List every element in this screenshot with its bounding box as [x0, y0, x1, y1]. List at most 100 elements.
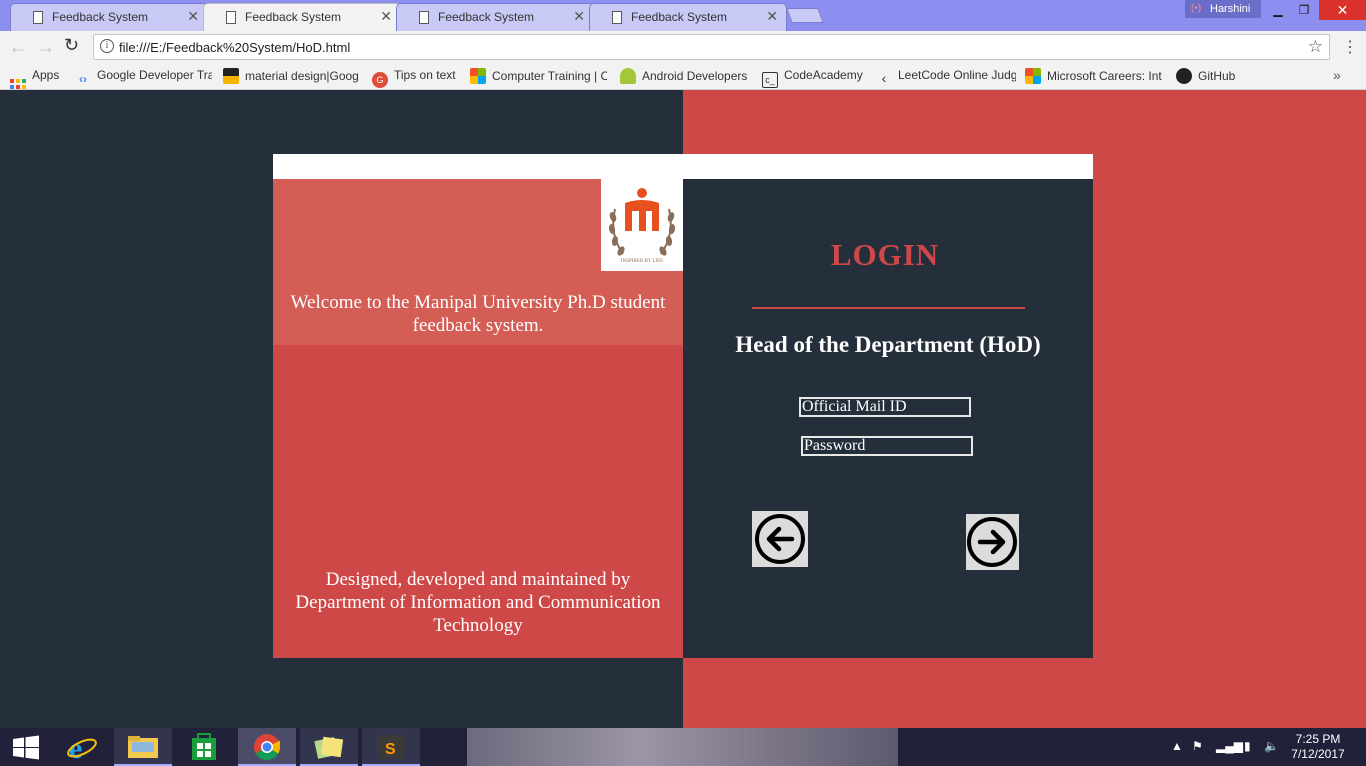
- desktop-wallpaper-peek: [467, 728, 898, 766]
- battery-icon[interactable]: ▮: [1244, 739, 1251, 753]
- taskbar-sticky-notes[interactable]: [300, 728, 358, 766]
- bookmark-github[interactable]: GitHub: [1176, 68, 1246, 84]
- browser-toolbar: ← → ↻ i file:///E:/Feedback%20System/HoD…: [0, 31, 1366, 63]
- login-submit-button[interactable]: [966, 514, 1019, 570]
- bookmark-material-design[interactable]: material design|Goog: [223, 68, 361, 84]
- close-tab-icon[interactable]: ✕: [187, 8, 199, 25]
- more-bookmarks-icon[interactable]: »: [1333, 67, 1341, 83]
- show-hidden-icons-icon[interactable]: ▲: [1171, 739, 1183, 753]
- bookmarks-bar: Apps ‹› Google Developer Tra material des…: [0, 63, 1366, 95]
- tab-title: Feedback System: [438, 10, 535, 24]
- windows-logo-icon: [13, 735, 39, 760]
- arrow-right-icon: [967, 517, 1017, 567]
- profile-name: Harshini: [1210, 3, 1251, 15]
- bookmark-computer-training[interactable]: Computer Training | C: [470, 68, 607, 84]
- material-design-icon: [223, 68, 239, 84]
- start-button[interactable]: [0, 728, 52, 766]
- bookmark-label: Apps: [32, 68, 60, 82]
- taskbar-store[interactable]: [175, 728, 233, 766]
- browser-tab-1[interactable]: Feedback System ✕: [10, 3, 208, 31]
- back-icon[interactable]: ←: [9, 37, 27, 58]
- new-tab-button[interactable]: [786, 8, 824, 23]
- page-icon: [419, 11, 429, 24]
- close-window-button[interactable]: ✕: [1319, 0, 1366, 20]
- store-icon: [192, 733, 216, 760]
- leetcode-icon: ‹: [881, 70, 887, 86]
- bookmark-label: Microsoft Careers: Int: [1047, 69, 1162, 83]
- page-icon: [612, 11, 622, 24]
- welcome-message: Welcome to the Manipal University Ph.D s…: [290, 292, 666, 336]
- reload-icon[interactable]: ↻: [64, 35, 79, 56]
- manipal-logo-icon: [608, 188, 676, 256]
- taskbar-sublime-text[interactable]: S: [362, 728, 420, 766]
- info-panel: INSPIRED BY LIFE Welcome to the Manipal …: [273, 179, 683, 658]
- welcome-box: INSPIRED BY LIFE Welcome to the Manipal …: [273, 179, 683, 345]
- url-text[interactable]: file:///E:/Feedback%20System/HoD.html: [119, 40, 350, 55]
- bookmark-microsoft-careers[interactable]: Microsoft Careers: Int: [1025, 68, 1165, 84]
- close-tab-icon[interactable]: ✕: [380, 8, 392, 25]
- bookmark-label: Google Developer Tra: [97, 68, 212, 82]
- profile-button[interactable]: (•) Harshini: [1185, 0, 1261, 18]
- browser-tab-2[interactable]: Feedback System ✕: [203, 3, 401, 31]
- windows-taskbar: e S ▲ ⚑ ▂▄▆ ▮ 🔈 7:25 PM 7/12/2017: [0, 728, 1366, 766]
- bookmark-label: Computer Training | C: [492, 69, 607, 83]
- svg-text:S: S: [385, 741, 396, 758]
- tab-title: Feedback System: [245, 10, 342, 24]
- forward-icon[interactable]: →: [37, 37, 55, 58]
- github-icon: [1176, 68, 1192, 84]
- internet-explorer-icon: e: [67, 732, 97, 765]
- clock-time: 7:25 PM: [1295, 732, 1341, 746]
- bookmark-google-developer[interactable]: ‹› Google Developer Tra: [75, 68, 212, 87]
- university-logo: INSPIRED BY LIFE: [601, 179, 683, 271]
- sticky-notes-icon: [314, 736, 344, 759]
- browser-tab-3[interactable]: Feedback System ✕: [396, 3, 594, 31]
- bookmark-label: GitHub: [1198, 69, 1236, 83]
- bookmark-android-developers[interactable]: Android Developers: [620, 68, 755, 84]
- bookmark-tips-on-text[interactable]: G Tips on text: [372, 68, 462, 88]
- bookmark-label: CodeAcademy: [784, 68, 863, 82]
- bookmark-codeacademy[interactable]: c_ CodeAcademy: [762, 68, 870, 88]
- microsoft-icon: [1025, 68, 1041, 84]
- heading-divider: [752, 307, 1025, 309]
- bookmark-leetcode[interactable]: ‹ LeetCode Online Judg: [876, 68, 1016, 86]
- password-field[interactable]: [801, 436, 973, 456]
- signal-strength-icon[interactable]: ▂▄▆: [1216, 739, 1243, 753]
- bookmark-label: material design|Goog: [245, 69, 359, 83]
- logo-caption: INSPIRED BY LIFE: [620, 259, 664, 264]
- system-clock[interactable]: 7:25 PM 7/12/2017: [1283, 732, 1353, 762]
- header-strip: [273, 154, 1093, 179]
- close-tab-icon[interactable]: ✕: [573, 8, 585, 25]
- android-icon: [620, 68, 636, 84]
- credits-text: Designed, developed and maintained by De…: [295, 569, 661, 636]
- back-button[interactable]: [752, 511, 808, 567]
- volume-icon[interactable]: 🔈: [1264, 739, 1279, 753]
- browser-tab-4[interactable]: Feedback System ✕: [589, 3, 787, 31]
- email-field[interactable]: [799, 397, 971, 417]
- restore-window-button[interactable]: ❐: [1288, 0, 1320, 20]
- network-warning-icon[interactable]: ⚑: [1192, 739, 1203, 753]
- tab-title: Feedback System: [52, 10, 149, 24]
- clock-date: 7/12/2017: [1291, 747, 1345, 761]
- sublime-text-icon: S: [377, 735, 405, 759]
- page-viewport: INSPIRED BY LIFE Welcome to the Manipal …: [0, 90, 1366, 728]
- page-icon: [226, 11, 236, 24]
- bookmark-label: Android Developers: [642, 69, 748, 83]
- taskbar-chrome[interactable]: [238, 728, 296, 766]
- browser-tab-strip: Feedback System ✕ Feedback System ✕ Feed…: [0, 0, 1366, 31]
- page-icon: [33, 11, 43, 24]
- login-heading: LOGIN: [830, 237, 940, 272]
- taskbar-file-explorer[interactable]: [114, 728, 172, 766]
- tab-title: Feedback System: [631, 10, 728, 24]
- microsoft-icon: [470, 68, 486, 84]
- bookmark-label: Tips on text: [394, 68, 456, 82]
- address-bar[interactable]: i file:///E:/Feedback%20System/HoD.html …: [93, 34, 1330, 60]
- google-developers-icon: ‹›: [79, 72, 87, 86]
- close-tab-icon[interactable]: ✕: [766, 8, 778, 25]
- taskbar-internet-explorer[interactable]: e: [53, 728, 111, 766]
- bookmark-star-icon[interactable]: ☆: [1308, 37, 1323, 57]
- google-plus-icon: G: [372, 72, 388, 88]
- chrome-menu-icon[interactable]: ⋮: [1342, 37, 1358, 57]
- arrow-left-icon: [755, 514, 805, 564]
- site-info-icon[interactable]: i: [100, 39, 114, 53]
- chrome-icon: [254, 734, 281, 761]
